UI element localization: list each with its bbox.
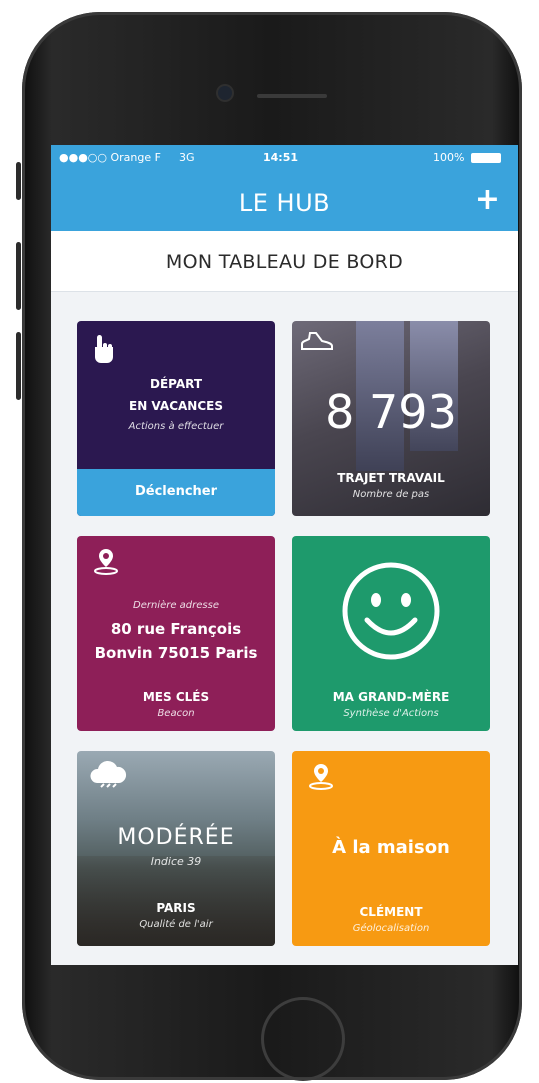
smiley-icon	[340, 560, 442, 666]
vacation-title-line1: DÉPART	[149, 377, 203, 391]
volume-up-button	[16, 242, 21, 310]
air-quality-value: MODÉRÉE	[117, 825, 235, 850]
location-pin-icon	[306, 761, 336, 795]
keys-label: MES CLÉS	[142, 690, 210, 704]
tile-keys[interactable]: Dernière adresse 80 rue François Bonvin …	[77, 536, 275, 731]
app-title: LE HUB	[238, 189, 331, 217]
home-sublabel: Géolocalisation	[352, 923, 430, 934]
home-person-label: CLÉMENT	[359, 905, 423, 919]
battery-percent: 100%	[433, 151, 465, 164]
earpiece-speaker	[257, 94, 327, 98]
vacation-subtitle: Actions à effectuer	[128, 421, 224, 432]
cloud-icon	[87, 759, 129, 793]
trigger-button-label: Déclencher	[134, 484, 218, 499]
grandmother-sublabel: Synthèse d'Actions	[343, 708, 439, 719]
tile-home[interactable]: À la maison CLÉMENT Géolocalisation	[292, 751, 490, 946]
status-bar: ●●●○○ Orange F 3G 14:51 100%	[51, 145, 518, 171]
network-label: 3G	[179, 151, 195, 164]
vacation-title-line2: EN VACANCES	[129, 399, 223, 413]
add-button[interactable]: +	[475, 185, 500, 215]
dashboard-title: MON TABLEAU DE BORD	[165, 251, 404, 273]
app-screen: ●●●○○ Orange F 3G 14:51 100% LE HUB + MO…	[51, 145, 518, 965]
hand-pointer-icon	[91, 333, 117, 367]
dashboard-header: MON TABLEAU DE BORD	[51, 231, 518, 292]
air-sublabel: Qualité de l'air	[139, 919, 213, 930]
battery-icon	[471, 153, 501, 163]
volume-down-button	[16, 332, 21, 400]
tile-grandmother[interactable]: MA GRAND-MÈRE Synthèse d'Actions	[292, 536, 490, 731]
tile-vacation[interactable]: DÉPART EN VACANCES Actions à effectuer D…	[77, 321, 275, 516]
trigger-button[interactable]: Déclencher	[77, 469, 275, 516]
nav-bar: LE HUB +	[51, 171, 518, 231]
keys-address-line2: Bonvin 75015 Paris	[94, 644, 258, 662]
air-city-label: PARIS	[156, 901, 196, 915]
keys-caption: Dernière adresse	[133, 600, 219, 611]
keys-address-line1: 80 rue François	[110, 620, 242, 638]
location-pin-icon	[91, 546, 121, 580]
carrier-label: ●●●○○ Orange F	[59, 151, 161, 164]
home-status: À la maison	[332, 837, 450, 858]
grandmother-label: MA GRAND-MÈRE	[332, 690, 450, 704]
keys-sublabel: Beacon	[157, 708, 195, 719]
commute-label: TRAJET TRAVAIL	[337, 471, 445, 485]
home-button[interactable]	[261, 997, 345, 1081]
air-quality-index: Indice 39	[150, 855, 202, 868]
clock: 14:51	[263, 151, 299, 164]
mute-switch	[16, 162, 21, 200]
front-camera	[218, 86, 232, 100]
shoe-icon	[300, 331, 334, 357]
step-count: 8 793	[325, 385, 457, 439]
tile-commute[interactable]: 8 793 TRAJET TRAVAIL Nombre de pas	[292, 321, 490, 516]
tile-air-quality[interactable]: MODÉRÉE Indice 39 PARIS Qualité de l'air	[77, 751, 275, 946]
commute-sublabel: Nombre de pas	[352, 489, 430, 500]
